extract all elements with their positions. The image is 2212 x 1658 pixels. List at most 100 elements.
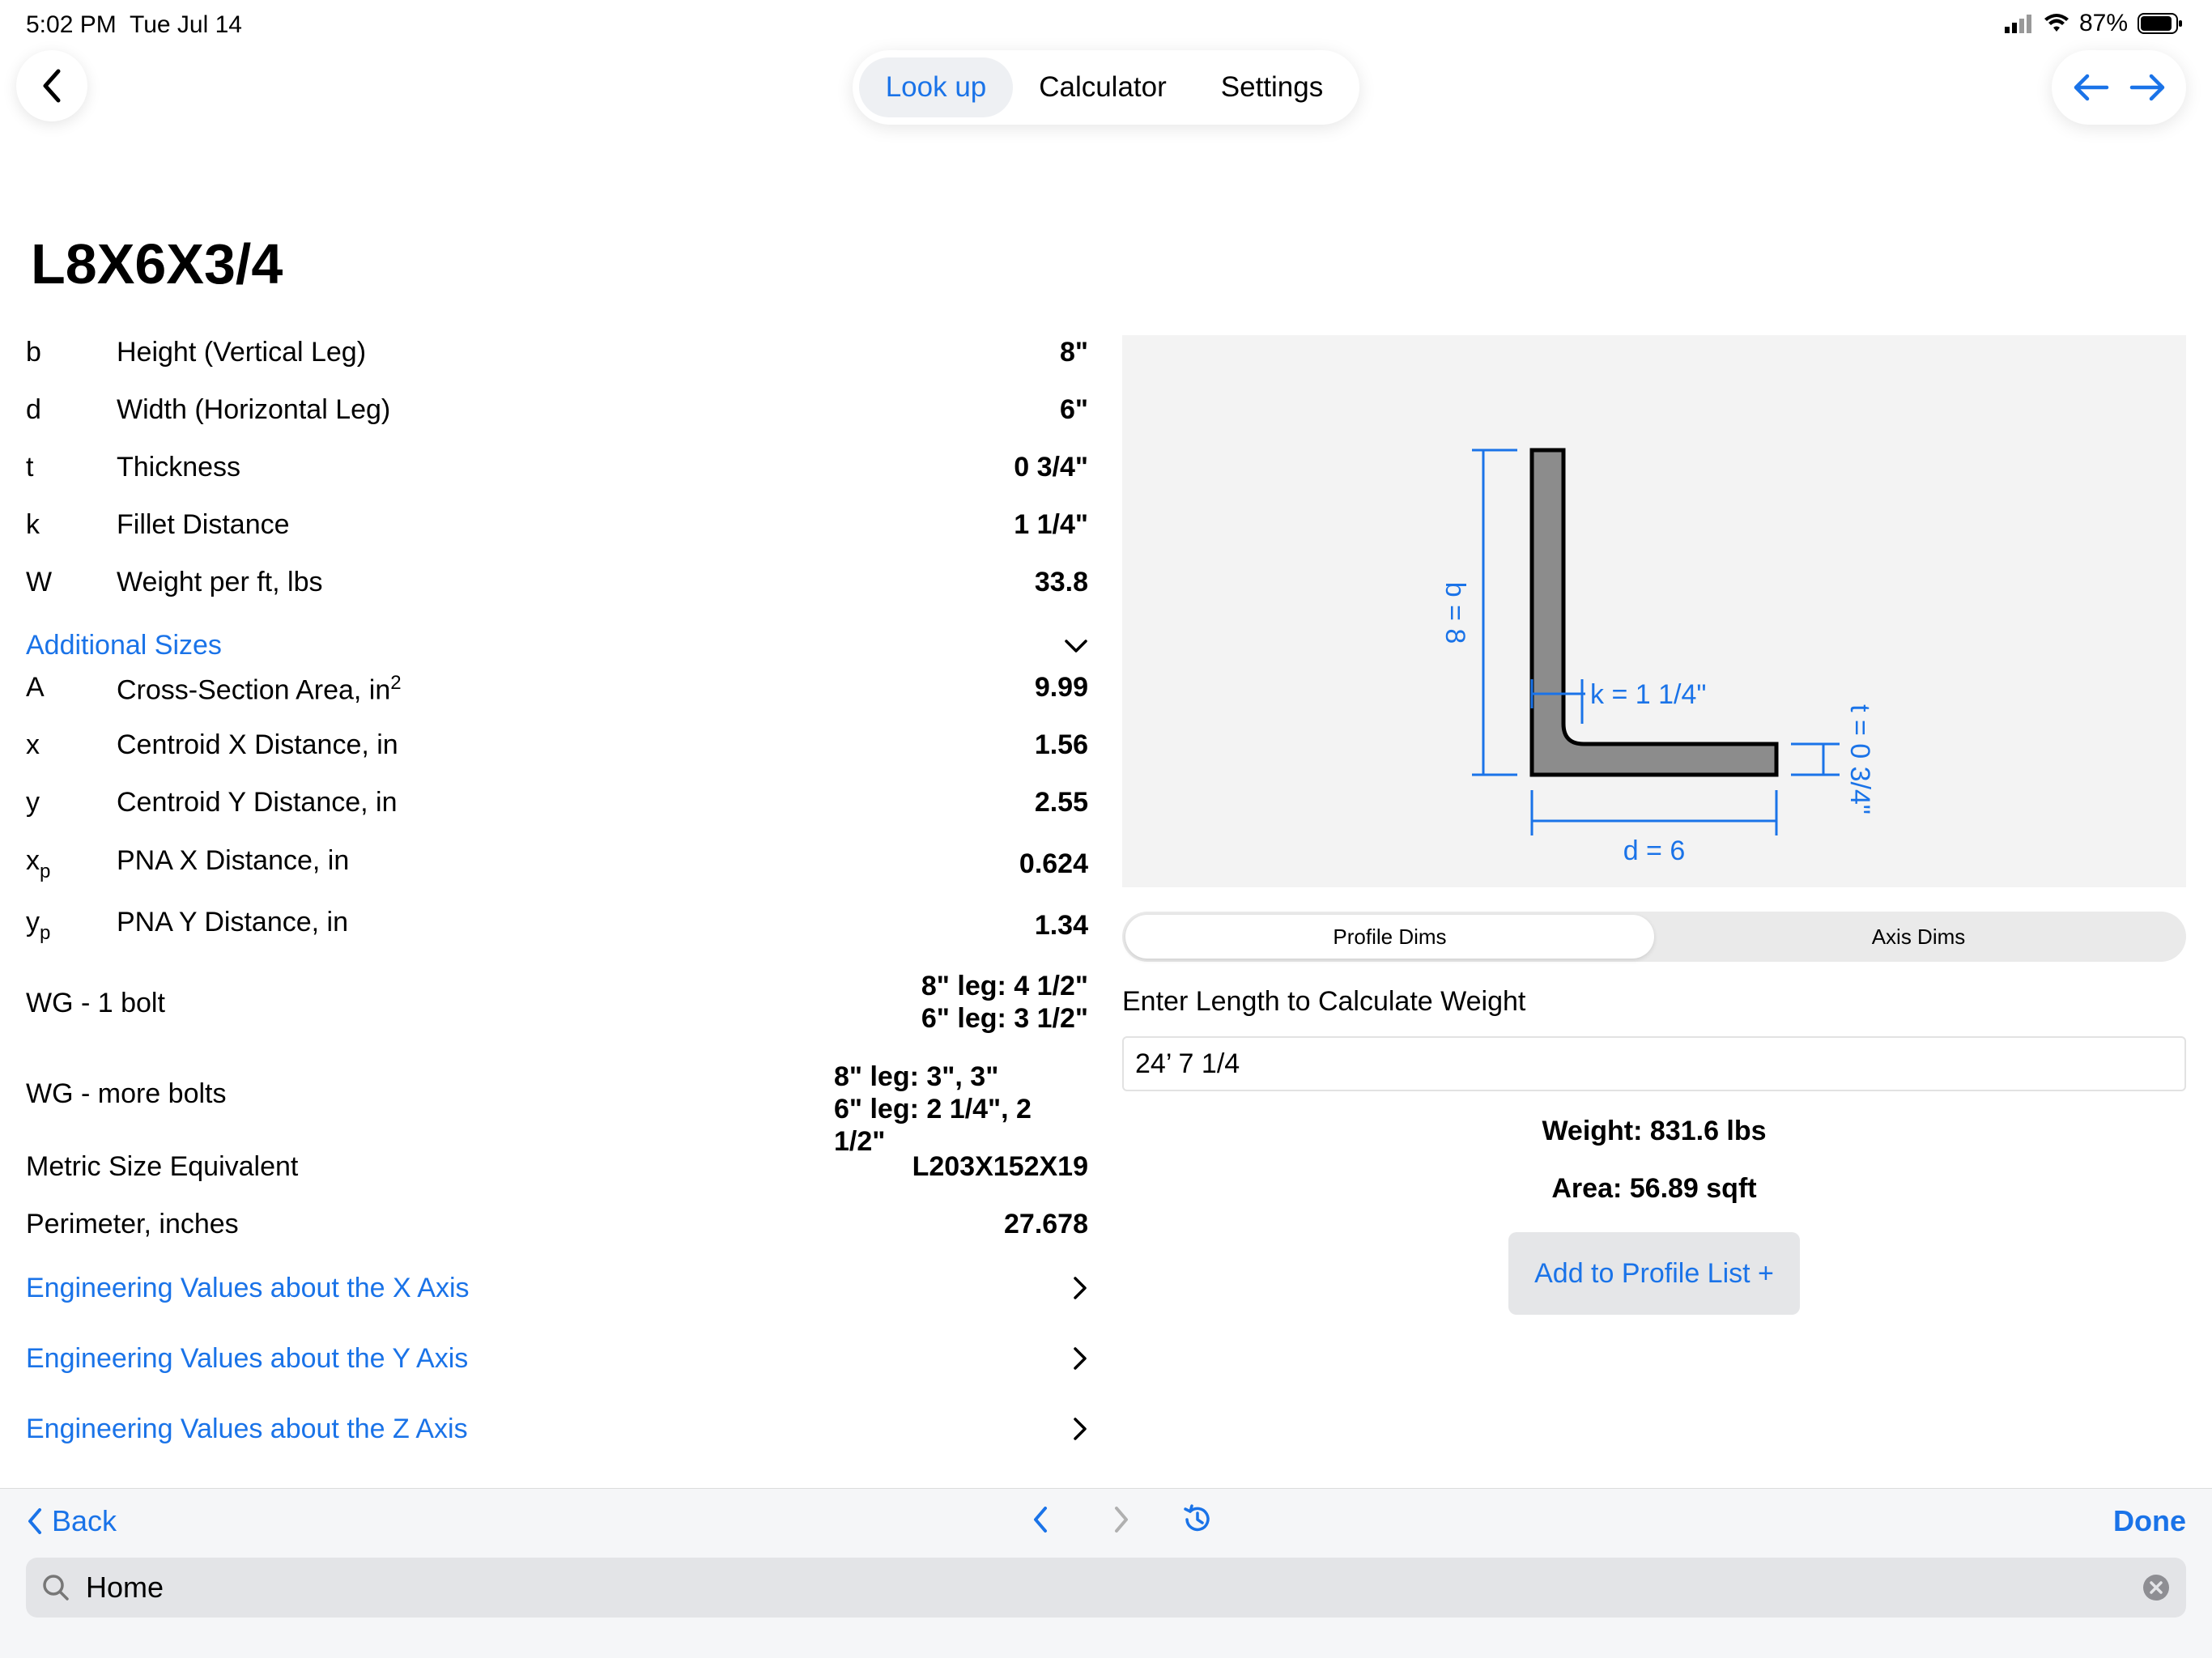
prop-row-wg-1-bolt: WG - 1 bolt 8" leg: 4 1/2" 6" leg: 3 1/2" [26, 970, 1088, 1043]
status-date: Tue Jul 14 [130, 11, 242, 38]
prop-row-centroid-y: y Centroid Y Distance, in 2.55 [26, 787, 1088, 835]
d-dimension-line [1530, 790, 1778, 835]
nav-back-button[interactable] [16, 50, 87, 121]
search-value: Home [86, 1571, 164, 1604]
add-to-profile-list-button[interactable]: Add to Profile List + [1508, 1232, 1800, 1315]
tab-axis-dims[interactable]: Axis Dims [1654, 915, 2183, 959]
prop-row-k: k Fillet Distance 1 1/4" [26, 509, 1088, 558]
toolbar-back-button[interactable]: Back [26, 1504, 117, 1538]
prop-label: Centroid Y Distance, in [117, 787, 398, 818]
chevron-right-icon [1074, 1347, 1087, 1370]
link-engineering-y-axis[interactable]: Engineering Values about the Y Axis [26, 1343, 1088, 1375]
prop-value: 8" [1059, 337, 1088, 368]
prop-label: Weight per ft, lbs [117, 567, 323, 597]
chevron-right-icon [1074, 1418, 1087, 1440]
prop-row-pna-x: xp PNA X Distance, in 0.624 [26, 845, 1088, 894]
prop-row-d: d Width (Horizontal Leg) 6" [26, 394, 1088, 443]
arrow-right-icon[interactable] [2129, 73, 2167, 102]
chevron-right-icon [1074, 1277, 1087, 1299]
angle-profile-diagram: b = 8 k = 1 1/4" t = 0 3/4" d = 6 [1440, 448, 1875, 866]
prop-row-w: W Weight per ft, lbs 33.8 [26, 567, 1088, 615]
t-dimension-label: t = 0 3/4" [1844, 704, 1875, 814]
prop-value: 2.55 [1034, 787, 1088, 818]
d-dimension-label: d = 6 [1623, 835, 1686, 866]
t-dimension-line [1791, 742, 1840, 776]
page-back-icon[interactable] [1032, 1506, 1049, 1533]
prop-symbol: x [26, 729, 40, 760]
prop-label: WG - 1 bolt [26, 988, 165, 1018]
length-input[interactable] [1122, 1036, 2186, 1091]
chevron-left-icon [28, 1508, 41, 1534]
prop-value: 1 1/4" [1014, 509, 1088, 540]
history-icon[interactable] [1180, 1503, 1214, 1537]
prop-value: 0.624 [1019, 848, 1088, 879]
page-title: L8X6X3/4 [31, 232, 283, 295]
prop-value: 8" leg: 3", 3" 6" leg: 2 1/4", 2 1/2" [834, 1061, 1032, 1157]
prop-symbol: k [26, 509, 40, 540]
prop-label: Centroid X Distance, in [117, 729, 398, 760]
status-time: 5:02 PM [26, 11, 117, 38]
prop-value: L203X152X19 [912, 1151, 1088, 1182]
prop-value: 8" leg: 4 1/2" 6" leg: 3 1/2" [921, 971, 1088, 1034]
prop-label: Cross-Section Area, in2 [117, 672, 402, 706]
link-label: Engineering Values about the Y Axis [26, 1343, 469, 1374]
link-label: Engineering Values about the Z Axis [26, 1414, 468, 1444]
arrow-left-icon[interactable] [2071, 73, 2110, 102]
prop-row-area: A Cross-Section Area, in2 9.99 [26, 672, 1088, 721]
area-result: Area: 56.89 sqft [1551, 1173, 1757, 1204]
angle-shape [1529, 448, 1779, 777]
prop-value: 27.678 [1004, 1209, 1088, 1239]
prop-label: WG - more bolts [26, 1078, 227, 1109]
prop-value: 33.8 [1034, 567, 1088, 597]
link-engineering-z-axis[interactable]: Engineering Values about the Z Axis [26, 1414, 1088, 1445]
additional-sizes-toggle[interactable]: Additional Sizes [26, 630, 1088, 661]
prop-symbol: xp [26, 845, 51, 882]
prop-label: Height (Vertical Leg) [117, 337, 367, 368]
prop-row-b: b Height (Vertical Leg) 8" [26, 337, 1088, 385]
prop-value: 1.34 [1034, 910, 1088, 941]
dims-segmented-control: Profile Dims Axis Dims [1122, 912, 2186, 962]
done-button[interactable]: Done [2113, 1504, 2186, 1538]
clear-icon[interactable] [2142, 1574, 2170, 1601]
search-field[interactable]: Home [26, 1558, 2186, 1618]
prop-symbol: W [26, 567, 53, 597]
prop-symbol: A [26, 672, 45, 703]
battery-percent: 87% [2078, 10, 2128, 36]
status-indicators: 87% [2004, 10, 2183, 37]
search-icon [43, 1575, 69, 1601]
prop-label: Perimeter, inches [26, 1209, 239, 1239]
prop-value: 0 3/4" [1014, 452, 1088, 483]
profile-drawing: b = 8 k = 1 1/4" t = 0 3/4" d = 6 [1122, 335, 2186, 887]
prop-value: 1.56 [1034, 729, 1088, 760]
link-engineering-x-axis[interactable]: Engineering Values about the X Axis [26, 1273, 1088, 1304]
prop-symbol: b [26, 337, 41, 368]
prop-symbol: t [26, 452, 34, 483]
prop-row-pna-y: yp PNA Y Distance, in 1.34 [26, 907, 1088, 955]
weight-result: Weight: 831.6 lbs [1542, 1116, 1767, 1146]
prop-label: Width (Horizontal Leg) [117, 394, 391, 425]
prop-label: Fillet Distance [117, 509, 290, 540]
page-forward-icon[interactable] [1112, 1506, 1130, 1533]
main-tab-bar: Look up Calculator Settings [853, 50, 1359, 125]
tab-look-up[interactable]: Look up [859, 57, 1013, 117]
history-nav [2052, 50, 2186, 125]
prop-label: PNA X Distance, in [117, 845, 350, 876]
prop-symbol: yp [26, 907, 51, 944]
length-label: Enter Length to Calculate Weight [1122, 986, 1526, 1017]
k-dimension-label: k = 1 1/4" [1590, 679, 1706, 710]
b-dimension-label: b = 8 [1440, 582, 1470, 644]
prop-value: 9.99 [1034, 672, 1088, 703]
chevron-left-icon [43, 69, 61, 103]
tab-profile-dims[interactable]: Profile Dims [1125, 915, 1654, 959]
prop-symbol: d [26, 394, 41, 425]
prop-label: PNA Y Distance, in [117, 907, 349, 937]
tab-settings[interactable]: Settings [1193, 57, 1351, 117]
wifi-icon [2044, 14, 2069, 32]
prop-label: Thickness [117, 452, 241, 483]
additional-sizes-label: Additional Sizes [26, 630, 222, 661]
prop-symbol: y [26, 787, 40, 818]
prop-row-metric: Metric Size Equivalent L203X152X19 [26, 1151, 1088, 1200]
prop-row-t: t Thickness 0 3/4" [26, 452, 1088, 500]
tab-calculator[interactable]: Calculator [1013, 57, 1193, 117]
prop-row-perimeter: Perimeter, inches 27.678 [26, 1209, 1088, 1257]
